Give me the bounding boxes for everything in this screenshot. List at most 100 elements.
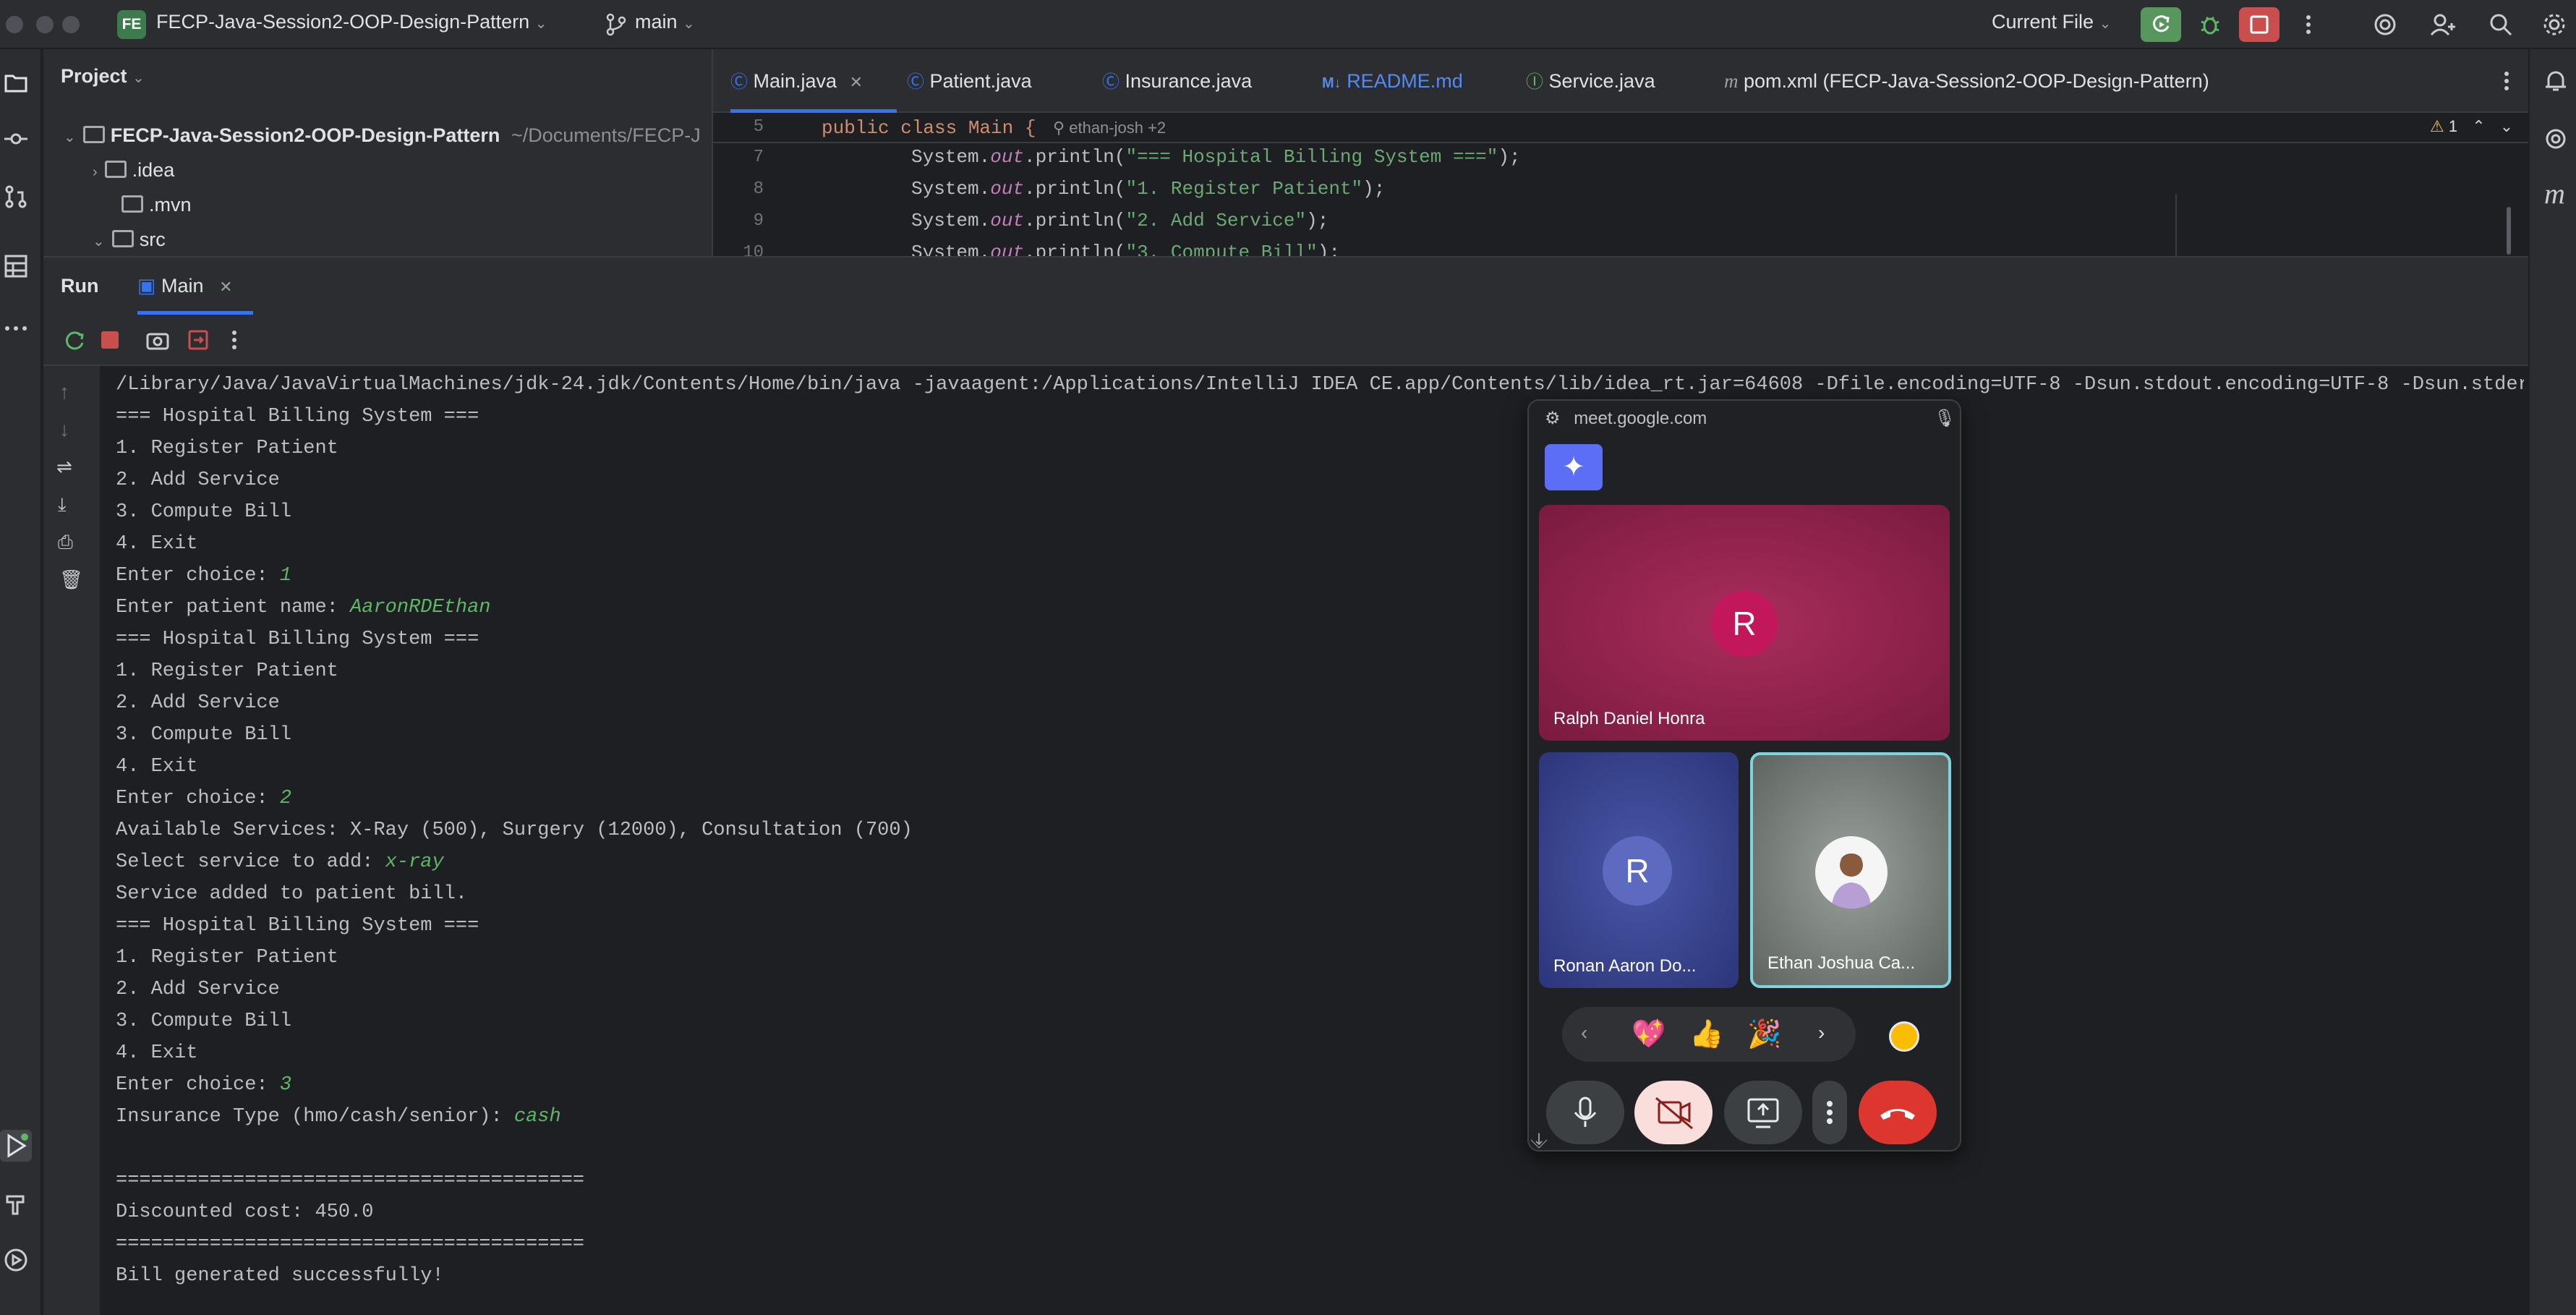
close-icon[interactable]: ✕ [850, 73, 863, 91]
run-tool-icon[interactable] [0, 1130, 32, 1162]
folder-icon[interactable] [3, 69, 29, 95]
debug-icon[interactable] [2196, 10, 2225, 39]
window-zoom-button[interactable] [62, 16, 80, 33]
console-line: 2. Add Service [116, 464, 2524, 496]
settings-gear-icon[interactable] [2540, 10, 2569, 39]
tree-item[interactable]: › .idea [93, 153, 174, 187]
tab-main-java[interactable]: Ⓒ Main.java ✕ [730, 49, 904, 113]
participant-tile[interactable]: R Ralph Daniel Honra [1539, 505, 1950, 741]
build-hammer-icon[interactable] [3, 1191, 29, 1217]
tabs-more-icon[interactable] [2492, 67, 2521, 95]
present-screen-button[interactable] [1724, 1081, 1802, 1144]
console-text: /Library/Java/JavaVirtualMachines/jdk-24… [116, 374, 2524, 396]
exit-icon[interactable] [185, 327, 211, 353]
project-badge[interactable]: FE [117, 10, 146, 39]
tree-item[interactable]: .mvn [121, 188, 192, 221]
notifications-bell-icon[interactable] [2543, 68, 2569, 94]
code-token: out [990, 242, 1025, 256]
pull-request-icon[interactable] [3, 184, 29, 210]
branch-dropdown[interactable]: main ⌄ [635, 11, 695, 33]
more-options-button[interactable] [1812, 1081, 1847, 1144]
camera-icon[interactable] [145, 327, 171, 353]
console-line: Insurance Type (hmo/cash/senior): cash [116, 1101, 2524, 1133]
rerun-button[interactable] [2141, 7, 2181, 42]
chevron-up-icon[interactable]: ⌃ [2472, 117, 2485, 135]
more-vertical-icon[interactable] [2294, 10, 2323, 39]
chevron-down-icon: ⌄ [132, 70, 145, 86]
maven-icon[interactable]: m [2544, 176, 2573, 210]
meet-pip-window[interactable]: ⚙ meet.google.com 🎙 ✦ R Ralph Daniel Hon… [1527, 399, 1961, 1152]
console-line: 4. Exit [116, 528, 2524, 560]
tab-patient-java[interactable]: Ⓒ Patient.java [907, 49, 1032, 113]
more-vertical-icon[interactable] [221, 327, 247, 353]
print-icon[interactable]: ⎙ [58, 531, 73, 554]
chevron-right-icon[interactable]: › [1818, 1021, 1825, 1044]
window-close-button[interactable] [6, 16, 23, 33]
code-line[interactable]: System.out.println("1. Register Patient"… [911, 178, 1385, 200]
reaction-thumbs-up-button[interactable]: 👍 [1689, 1018, 1723, 1050]
close-icon[interactable]: ✕ [219, 278, 232, 296]
editor-scrollbar[interactable] [2507, 207, 2511, 255]
console-line: === Hospital Billing System === [116, 910, 2524, 942]
site-settings-icon[interactable]: ⚙ [1545, 409, 1561, 428]
participant-tile[interactable]: R Ronan Aaron Do... [1539, 752, 1739, 988]
console-output[interactable]: /Library/Java/JavaVirtualMachines/jdk-24… [116, 369, 2524, 1309]
active-tab-indicator [137, 311, 253, 315]
tab-service-java[interactable]: Ⓘ Service.java [1526, 49, 1655, 113]
add-user-icon[interactable] [2428, 10, 2457, 39]
rerun-icon[interactable] [61, 327, 87, 353]
services-icon[interactable] [3, 1247, 29, 1273]
project-panel-title-dropdown[interactable]: Project ⌄ [61, 65, 145, 88]
stop-icon[interactable] [101, 331, 119, 349]
commit-icon[interactable] [3, 126, 29, 152]
reaction-party-button[interactable]: 🎉 [1747, 1018, 1781, 1050]
microphone-button[interactable] [1546, 1081, 1624, 1144]
scroll-to-end-icon[interactable]: ⤓ [58, 493, 67, 516]
hang-up-button[interactable] [1859, 1081, 1937, 1144]
tree-root[interactable]: ⌄ FECP-Java-Session2-OOP-Design-Pattern ~… [64, 119, 701, 152]
tree-item-label: src [139, 229, 166, 250]
console-line: 3. Compute Bill [116, 496, 2524, 528]
gemini-sparkle-icon[interactable]: ✦ [1545, 444, 1603, 490]
console-line: 3. Compute Bill [116, 719, 2524, 751]
chevron-down-icon: ⌄ [683, 16, 695, 32]
arrow-down-icon[interactable]: ↓ [59, 418, 69, 441]
code-line[interactable]: System.out.println("=== Hospital Billing… [911, 146, 1521, 168]
ai-assistant-icon[interactable] [2371, 10, 2400, 39]
search-icon[interactable] [2486, 10, 2515, 39]
tab-insurance-java[interactable]: Ⓒ Insurance.java [1102, 49, 1252, 113]
reactions-bar: ‹ 💖 👍 🎉 › [1562, 1007, 1856, 1062]
chevron-left-icon[interactable]: ‹ [1581, 1021, 1587, 1044]
line-number: 7 [753, 148, 764, 167]
arrow-up-icon[interactable]: ↑ [59, 380, 69, 404]
soft-wrap-icon[interactable]: ⇌ [56, 456, 72, 478]
run-config-dropdown[interactable]: Current File ⌄ [1992, 11, 2111, 33]
console-text: === Hospital Billing System === [116, 915, 479, 937]
console-text: 4. Exit [116, 533, 198, 555]
trash-icon[interactable]: 🗑 [59, 569, 83, 591]
reaction-heart-button[interactable]: 💖 [1632, 1018, 1666, 1050]
ai-chat-icon[interactable] [2543, 126, 2572, 155]
camera-off-button[interactable] [1634, 1081, 1713, 1144]
window-minimize-button[interactable] [36, 16, 54, 33]
chevron-down-icon[interactable]: ⌄ [2500, 117, 2513, 135]
stop-button[interactable] [2239, 7, 2279, 42]
run-tab-main[interactable]: ▣ Main ✕ [137, 275, 233, 297]
participant-tile-active-speaker[interactable]: Ethan Joshua Ca... [1750, 752, 1951, 988]
code-author-hint[interactable]: ⚲ ethan-josh +2 [1053, 119, 1166, 137]
participant-name: Ralph Daniel Honra [1553, 709, 1705, 728]
code-line[interactable]: System.out.println("2. Add Service"); [911, 210, 1328, 231]
chevron-down-icon: ⌄ [93, 234, 105, 250]
tree-item[interactable]: ⌄ src [93, 223, 166, 256]
skin-tone-selector[interactable] [1889, 1021, 1919, 1052]
tab-readme-md[interactable]: M↓ README.md [1322, 49, 1463, 113]
code-line[interactable]: System.out.println("3. Compute Bill"); [911, 242, 1340, 256]
participant-name: Ethan Joshua Ca... [1767, 953, 1916, 973]
console-user-input: AaronRDEthan [350, 597, 491, 618]
project-name-dropdown[interactable]: FECP-Java-Session2-OOP-Design-Pattern ⌄ [156, 11, 547, 33]
structure-icon[interactable] [3, 253, 29, 279]
warning-indicator[interactable]: ⚠ 1 ⌃ ⌄ [2430, 117, 2513, 136]
tab-pom-xml[interactable]: m pom.xml (FECP-Java-Session2-OOP-Design… [1724, 49, 2209, 113]
more-tools-icon[interactable] [3, 315, 29, 341]
